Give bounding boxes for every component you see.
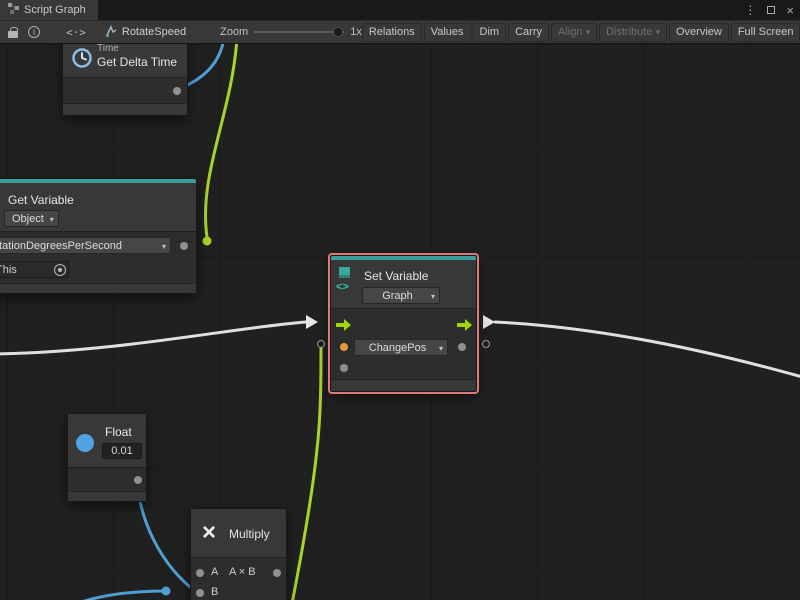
tab-title: Script Graph — [24, 4, 86, 16]
multiply-icon: × — [202, 521, 216, 545]
script-graph-icon — [8, 3, 19, 17]
node-multiply[interactable]: × Multiply A A × B B — [190, 508, 287, 600]
value-wire-green-top[interactable] — [205, 44, 237, 237]
toolbar-buttons: Relations Values Dim Carry Align Distrib… — [362, 23, 800, 42]
lock-icon — [8, 31, 18, 38]
unity-script-graph-window: Script Graph ⋮ × <·> RotateSpeed Zoom — [0, 0, 800, 600]
output-port[interactable] — [134, 476, 142, 484]
info-icon — [28, 26, 40, 38]
output-port[interactable] — [180, 242, 188, 250]
code-view-button[interactable]: <·> — [61, 22, 91, 42]
input-port-a[interactable] — [196, 569, 204, 577]
green-wire-endpoint[interactable] — [203, 237, 212, 246]
node-footer — [331, 379, 476, 391]
node-ports: A A × B B — [191, 557, 286, 600]
node-header[interactable]: Time Get Delta Time — [63, 44, 187, 77]
node-ports — [68, 467, 146, 491]
graph-canvas[interactable]: Time Get Delta Time Get Variable Object … — [0, 44, 800, 600]
flow-arrow-in-icon[interactable] — [306, 315, 318, 329]
graph-asset-icon — [105, 25, 117, 40]
tab-script-graph[interactable]: Script Graph — [0, 0, 98, 20]
lock-button[interactable] — [3, 22, 23, 42]
maximize-icon[interactable] — [767, 6, 775, 14]
variable-name-dropdown[interactable]: RotationDegreesPerSecond — [0, 237, 171, 254]
carry-button[interactable]: Carry — [508, 23, 549, 42]
flow-arrow-out-icon[interactable] — [483, 315, 495, 329]
node-header[interactable]: <> Set Variable Graph — [331, 260, 476, 308]
distribute-button[interactable]: Distribute — [599, 23, 667, 42]
connection-endpoint-right[interactable] — [482, 340, 490, 348]
flow-out-port-icon[interactable] — [457, 318, 473, 336]
node-header[interactable]: × Multiply — [191, 509, 286, 557]
object-picker-icon[interactable] — [54, 264, 66, 276]
variable-name-dropdown[interactable]: ChangePos — [354, 339, 448, 356]
connection-endpoint-left[interactable] — [317, 340, 325, 348]
float-value-input[interactable] — [102, 443, 142, 459]
node-ports: ChangePos — [331, 308, 476, 379]
float-icon — [76, 434, 94, 452]
output-label: A × B — [229, 566, 256, 578]
node-title: Get Delta Time — [97, 55, 177, 69]
value-input-port[interactable] — [340, 343, 348, 351]
zoom-slider-handle[interactable] — [333, 27, 343, 37]
relations-button[interactable]: Relations — [362, 23, 422, 42]
node-title: Get Variable — [8, 193, 74, 207]
node-get-delta-time[interactable]: Time Get Delta Time — [62, 44, 188, 116]
value-wire-green-bottom[interactable] — [287, 348, 321, 600]
zoom-slider[interactable] — [254, 31, 344, 33]
graph-toolbar: <·> RotateSpeed Zoom 1x Relations Values… — [0, 20, 800, 44]
code-brackets-icon: <> — [336, 281, 349, 293]
variable-kind-dropdown[interactable]: Graph — [362, 287, 440, 304]
output-port[interactable] — [173, 87, 181, 95]
node-footer — [0, 283, 196, 293]
flow-wire-out[interactable] — [495, 322, 800, 378]
info-button[interactable] — [23, 22, 45, 42]
value-wire-blue-corner[interactable] — [70, 591, 166, 600]
target-field-label: This — [0, 264, 17, 276]
clock-icon — [71, 47, 93, 74]
chevron-down-icon — [585, 26, 590, 38]
node-get-variable[interactable]: Get Variable Object RotationDegreesPerSe… — [0, 178, 197, 294]
flow-wire-in[interactable] — [0, 322, 306, 354]
zoom-control: Zoom 1x — [220, 26, 362, 38]
flow-in-port-icon[interactable] — [336, 318, 352, 336]
overview-button[interactable]: Overview — [669, 23, 729, 42]
variable-kind-dropdown[interactable]: Object — [4, 210, 59, 227]
graph-breadcrumb[interactable]: RotateSpeed — [105, 25, 186, 40]
target-object-field[interactable]: This — [0, 261, 69, 278]
output-port[interactable] — [273, 569, 281, 577]
menu-icon[interactable]: ⋮ — [744, 3, 756, 17]
node-footer — [68, 491, 146, 501]
input-port-b[interactable] — [196, 589, 204, 597]
fullscreen-button[interactable]: Full Screen — [731, 23, 800, 42]
value-output-port[interactable] — [458, 343, 466, 351]
graph-name-label: RotateSpeed — [122, 26, 186, 38]
zoom-label: Zoom — [220, 26, 248, 38]
chevron-down-icon — [655, 26, 660, 38]
values-button[interactable]: Values — [424, 23, 471, 42]
node-title: Float — [105, 425, 132, 439]
node-set-variable[interactable]: <> Set Variable Graph ChangePos — [330, 255, 477, 392]
node-category: Time — [97, 44, 119, 54]
node-title: Multiply — [229, 527, 270, 541]
node-header[interactable]: Float — [68, 414, 146, 467]
node-footer — [63, 103, 187, 115]
code-icon: <·> — [66, 26, 86, 39]
tab-bar: Script Graph ⋮ × — [0, 0, 800, 20]
port-b-label: B — [211, 586, 218, 598]
node-float[interactable]: Float — [67, 413, 147, 502]
variable-icon — [339, 267, 350, 278]
blue-wire-endpoint[interactable] — [162, 587, 171, 596]
node-ports — [63, 77, 187, 103]
close-icon[interactable]: × — [786, 3, 794, 18]
extra-input-port[interactable] — [340, 364, 348, 372]
zoom-value: 1x — [350, 26, 362, 38]
port-a-label: A — [211, 566, 218, 578]
node-header[interactable]: Get Variable Object — [0, 183, 196, 231]
node-ports: RotationDegreesPerSecond This — [0, 231, 196, 283]
align-button[interactable]: Align — [551, 23, 597, 42]
node-title: Set Variable — [364, 269, 428, 283]
dim-button[interactable]: Dim — [473, 23, 507, 42]
window-controls: ⋮ × — [744, 0, 794, 20]
